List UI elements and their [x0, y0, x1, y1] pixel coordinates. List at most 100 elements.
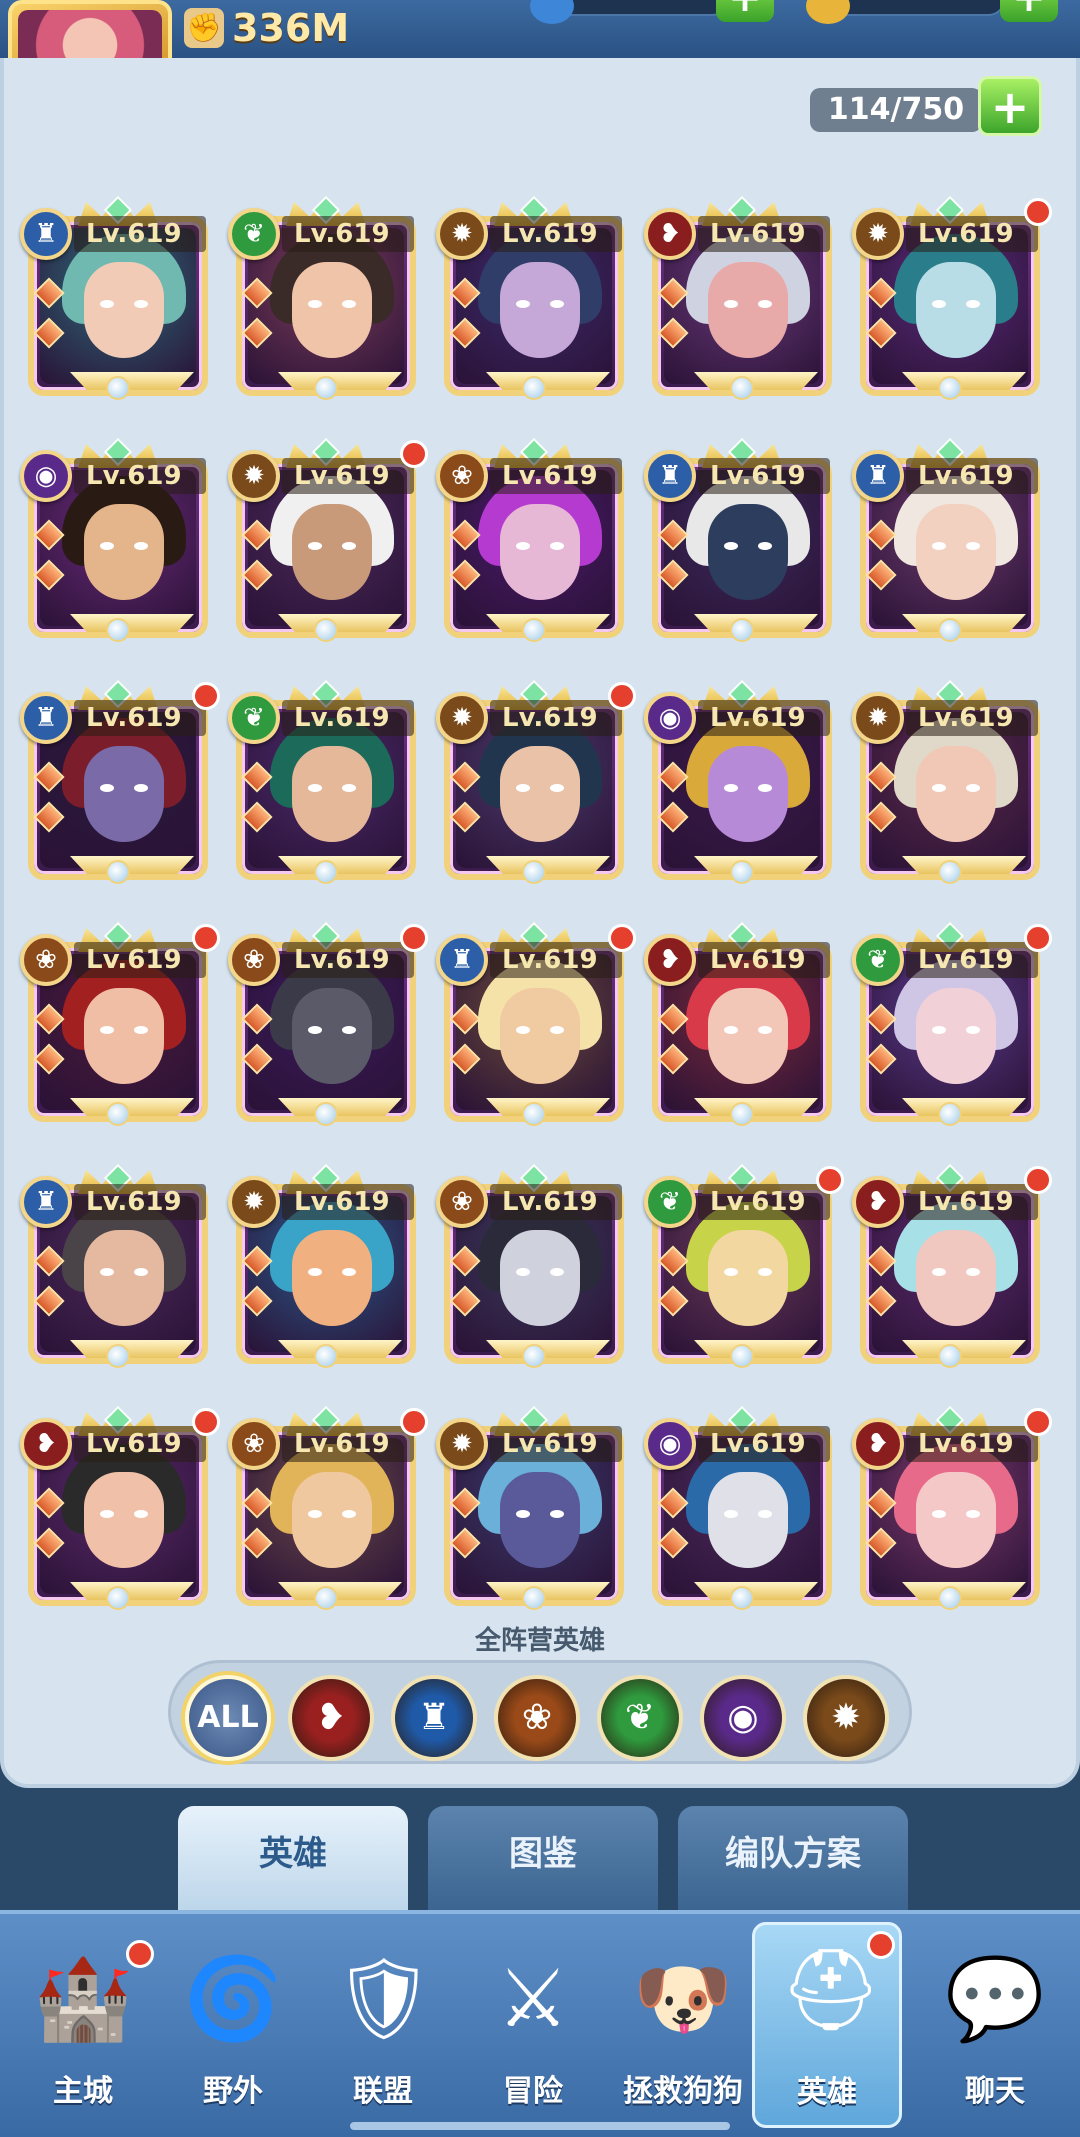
hero-card[interactable]: Lv.619 ✹	[228, 428, 428, 642]
hero-card[interactable]: Lv.619 ❦	[852, 912, 1052, 1126]
add-diamond-button[interactable]: +	[716, 0, 774, 22]
faction-wing-icon: ❥	[644, 208, 696, 260]
hero-face	[84, 988, 164, 1084]
hero-level: Lv.619	[490, 1184, 622, 1220]
tab-codex[interactable]: 图鉴	[428, 1806, 658, 1910]
filter-label: 全阵营英雄	[474, 1626, 605, 1656]
tab-formation[interactable]: 编队方案	[678, 1806, 908, 1910]
hero-card[interactable]: Lv.619 ❀	[228, 912, 428, 1126]
expand-capacity-button[interactable]: +	[978, 76, 1042, 136]
hero-level: Lv.619	[490, 216, 622, 252]
nav-label: 冒险	[503, 2074, 563, 2109]
hero-eye	[134, 1510, 148, 1518]
frame-base	[486, 614, 610, 632]
nav-portal[interactable]: 🌀 野外	[158, 1934, 308, 2124]
nav-shield[interactable]: 🛡 联盟	[308, 1934, 458, 2124]
nav-chat[interactable]: 💬 聊天	[920, 1934, 1070, 2124]
notification-dot	[1024, 198, 1052, 226]
hero-card[interactable]: Lv.619 ♜	[644, 428, 840, 642]
hero-eye	[758, 784, 772, 792]
notification-dot	[1024, 1408, 1052, 1436]
star-orb-icon	[314, 618, 338, 642]
frame-base	[694, 856, 818, 874]
hero-card[interactable]: Lv.619 ❦	[228, 186, 424, 400]
hero-card[interactable]: Lv.619 ❀	[228, 1396, 428, 1610]
notification-dot	[608, 682, 636, 710]
hero-card[interactable]: Lv.619 ✹	[436, 670, 636, 884]
hero-card[interactable]: Lv.619 ❦	[228, 670, 424, 884]
hero-card[interactable]: Lv.619 ♜	[20, 1154, 216, 1368]
filter-eye-button[interactable]: ◉	[700, 1675, 786, 1761]
frame-base	[278, 1098, 402, 1116]
hero-face	[916, 1230, 996, 1326]
frame-base	[70, 614, 194, 632]
hero-card[interactable]: Lv.619 ♜	[852, 428, 1048, 642]
frame-base	[70, 856, 194, 874]
hero-screen: + + 300 ✊ 336M 114/750 + Lv.619♜Lv.619❦L…	[0, 0, 1080, 2137]
hero-card[interactable]: Lv.619 ◉	[644, 670, 840, 884]
hero-card[interactable]: Lv.619 ❥	[644, 912, 840, 1126]
hero-card[interactable]: Lv.619 ❥	[20, 1396, 220, 1610]
hero-face	[84, 1472, 164, 1568]
faction-eye-icon: ◉	[20, 450, 72, 502]
hero-level: Lv.619	[698, 458, 830, 494]
add-gold-button[interactable]: +	[1000, 0, 1058, 22]
faction-paw-icon: ❀	[228, 1418, 280, 1470]
tab-heroes[interactable]: 英雄	[178, 1806, 408, 1910]
hero-level: Lv.619	[282, 942, 414, 978]
frame-base	[902, 1098, 1026, 1116]
hero-card[interactable]: Lv.619 ✹	[228, 1154, 424, 1368]
star-orb-icon	[730, 376, 754, 400]
hero-level: Lv.619	[906, 458, 1038, 494]
faction-leaf-icon: ❦	[228, 692, 280, 744]
frame-base	[486, 1098, 610, 1116]
hero-face	[292, 262, 372, 358]
sword-icon: ⚔	[497, 1952, 569, 2045]
hero-card[interactable]: Lv.619 ❀	[436, 428, 632, 642]
hero-eye	[308, 1268, 322, 1276]
hero-card[interactable]: Lv.619 ✹	[436, 1396, 632, 1610]
faction-leaf-icon: ❦	[228, 208, 280, 260]
faction-castle-icon: ♜	[20, 208, 72, 260]
filter-leaf-button[interactable]: ❦	[597, 1675, 683, 1761]
hero-card[interactable]: Lv.619 ♜	[20, 186, 216, 400]
nav-dog[interactable]: 🐶 拯救狗狗	[608, 1934, 758, 2124]
hero-card[interactable]: Lv.619 ♜	[20, 670, 220, 884]
hero-card[interactable]: Lv.619 ✹	[852, 670, 1048, 884]
hero-face	[708, 1472, 788, 1568]
nav-castle[interactable]: 🏰 主城	[8, 1934, 158, 2124]
hero-card[interactable]: Lv.619 ❦	[644, 1154, 844, 1368]
hero-card[interactable]: Lv.619 ❥	[644, 186, 840, 400]
hero-card[interactable]: Lv.619 ♜	[436, 912, 636, 1126]
frame-base	[70, 1582, 194, 1600]
hero-card[interactable]: Lv.619 ◉	[644, 1396, 840, 1610]
star-orb-icon	[730, 1586, 754, 1610]
hero-eye	[932, 300, 946, 308]
hero-eye	[758, 300, 772, 308]
hero-card[interactable]: Lv.619 ❥	[852, 1396, 1052, 1610]
frame-base	[486, 1582, 610, 1600]
hero-card[interactable]: Lv.619 ◉	[20, 428, 216, 642]
star-orb-icon	[106, 1586, 130, 1610]
hero-level: Lv.619	[74, 216, 206, 252]
hero-eye	[342, 300, 356, 308]
hero-face	[84, 746, 164, 842]
hero-card[interactable]: Lv.619 ❀	[436, 1154, 632, 1368]
filter-all-button[interactable]: ALL	[185, 1675, 271, 1761]
nav-helmet[interactable]: ⛑ 英雄	[752, 1922, 902, 2128]
notification-dot	[400, 1408, 428, 1436]
nav-label: 主城	[53, 2074, 113, 2109]
filter-paw-button[interactable]: ❀	[494, 1675, 580, 1761]
filter-castle-button[interactable]: ♜	[391, 1675, 477, 1761]
hero-card[interactable]: Lv.619 ✹	[852, 186, 1052, 400]
filter-wing-button[interactable]: ❥	[288, 1675, 374, 1761]
hero-face	[916, 988, 996, 1084]
hero-card[interactable]: Lv.619 ✹	[436, 186, 632, 400]
hero-card[interactable]: Lv.619 ❥	[852, 1154, 1052, 1368]
nav-sword[interactable]: ⚔ 冒险	[458, 1934, 608, 2124]
notification-dot	[400, 924, 428, 952]
hero-level: Lv.619	[490, 700, 622, 736]
hero-card[interactable]: Lv.619 ❀	[20, 912, 220, 1126]
faction-paw-icon: ❀	[436, 1176, 488, 1228]
filter-sun-button[interactable]: ✹	[803, 1675, 889, 1761]
